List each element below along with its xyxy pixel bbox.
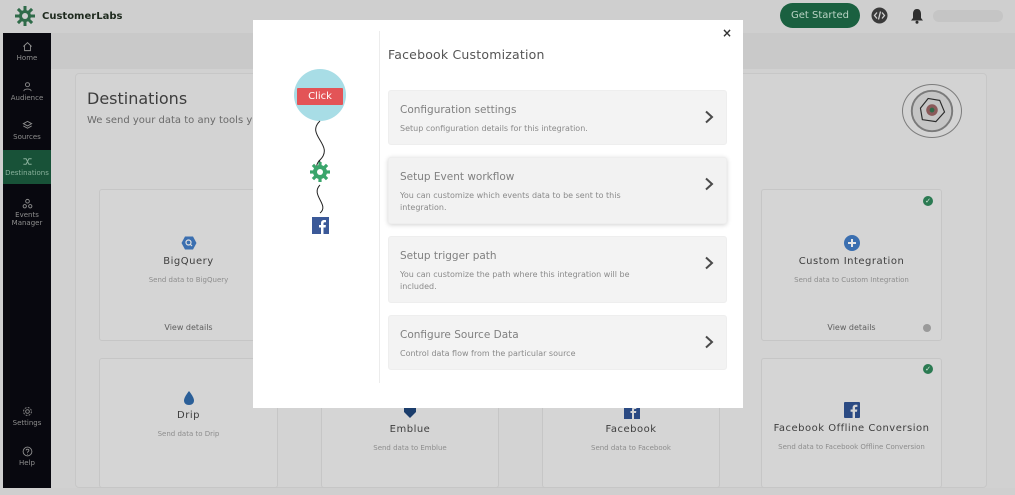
user-menu[interactable]	[933, 10, 1003, 22]
destinations-icon	[22, 158, 32, 165]
configure-source-data-option[interactable]: Configure Source Data Control data flow …	[388, 315, 727, 370]
option-description: You can customize which events data to b…	[400, 191, 621, 212]
card-title: BigQuery	[163, 256, 214, 267]
card-title: Facebook	[605, 424, 657, 435]
sidebar-item-home[interactable]: Home	[3, 37, 51, 69]
close-icon[interactable]: ×	[722, 27, 732, 39]
facebook-icon	[624, 407, 640, 419]
card-description: Send data to Facebook Offline Conversion	[778, 443, 925, 451]
option-title: Configuration settings	[400, 104, 517, 116]
option-title: Setup Event workflow	[400, 171, 515, 183]
sidebar-item-label: Help	[19, 459, 35, 467]
code-icon[interactable]	[871, 7, 888, 24]
sidebar-item-settings[interactable]: Settings	[3, 403, 51, 435]
sidebar-item-sources[interactable]: Sources	[3, 116, 51, 148]
option-description: You can customize the path where this in…	[400, 270, 630, 291]
page-subtitle: We send your data to any tools y	[87, 115, 253, 126]
modal-divider	[379, 31, 380, 383]
card-description: Send data to Emblue	[373, 444, 447, 452]
settings-gear-icon[interactable]	[923, 324, 931, 332]
sidebar-item-label: Events	[15, 211, 39, 219]
click-label: Click	[297, 88, 343, 105]
destination-card-bigquery[interactable]: BigQuery Send data to BigQuery View deta…	[99, 189, 278, 341]
page-title: Destinations	[87, 89, 188, 108]
chevron-right-icon	[705, 256, 714, 270]
modal-title: Facebook Customization	[388, 47, 545, 62]
sidebar-item-audience[interactable]: Audience	[3, 77, 51, 109]
option-title: Configure Source Data	[400, 329, 519, 341]
customerlabs-logo-icon	[15, 6, 35, 26]
bigquery-icon	[181, 236, 197, 250]
sidebar-item-label: Home	[16, 54, 38, 62]
drip-icon	[184, 391, 194, 405]
facebook-icon	[312, 217, 329, 234]
card-description: Send data to BigQuery	[148, 276, 229, 284]
emblue-icon	[404, 407, 416, 418]
card-description: Send data to Facebook	[591, 444, 671, 452]
plus-icon	[844, 235, 860, 251]
bell-icon[interactable]	[910, 8, 924, 24]
sidebar-item-label: Audience	[10, 94, 44, 102]
connected-check-icon: ✓	[923, 364, 933, 374]
setup-trigger-path-option[interactable]: Setup trigger path You can customize the…	[388, 236, 727, 303]
sidebar-item-events-manager[interactable]: Events Manager	[3, 195, 51, 235]
sidebar-item-label: Sources	[13, 133, 41, 141]
sidebar-item-label: Destinations	[5, 169, 49, 177]
card-title: Emblue	[389, 424, 431, 435]
destination-card-facebook-offline-conversion[interactable]: ✓ Facebook Offline Conversion Send data …	[761, 358, 942, 488]
card-description: Send data to Drip	[157, 430, 220, 438]
chevron-right-icon	[705, 177, 714, 191]
card-title: Facebook Offline Conversion	[773, 423, 930, 434]
sidebar-item-destinations[interactable]: Destinations	[3, 150, 51, 184]
configuration-settings-option[interactable]: Configuration settings Setup configurati…	[388, 90, 727, 145]
facebook-icon	[844, 402, 860, 418]
chevron-right-icon	[705, 335, 714, 349]
option-description: Control data flow from the particular so…	[400, 349, 576, 358]
option-description: Setup configuration details for this int…	[400, 124, 588, 133]
sidebar-item-help[interactable]: Help	[3, 443, 51, 475]
sidebar-item-label: Manager	[11, 219, 43, 227]
home-icon	[22, 42, 32, 52]
destination-card-drip[interactable]: Drip Send data to Drip	[99, 358, 278, 488]
events-manager-icon	[22, 198, 32, 209]
brand-name: CustomerLabs	[42, 10, 123, 22]
sources-icon	[21, 120, 33, 129]
destinations-illustration-icon	[902, 84, 962, 138]
connected-check-icon: ✓	[923, 196, 933, 206]
setup-event-workflow-option[interactable]: Setup Event workflow You can customize w…	[388, 157, 727, 224]
audience-icon	[22, 82, 32, 92]
card-title: Custom Integration	[798, 256, 905, 267]
destination-card-custom-integration[interactable]: ✓ Custom Integration Send data to Custom…	[761, 189, 942, 341]
view-details-link[interactable]: View details	[100, 323, 277, 332]
card-title: Drip	[177, 410, 200, 421]
chevron-right-icon	[705, 110, 714, 124]
get-started-button[interactable]: Get Started	[780, 3, 860, 28]
brand[interactable]: CustomerLabs	[14, 5, 122, 27]
view-details-link[interactable]: View details	[762, 323, 941, 332]
sidebar: Home Audience Sources Destinations Event…	[3, 33, 51, 488]
help-icon	[22, 446, 32, 457]
sidebar-item-label: Settings	[12, 419, 42, 427]
settings-icon	[22, 407, 32, 416]
option-title: Setup trigger path	[400, 250, 497, 262]
card-description: Send data to Custom Integration	[794, 276, 909, 284]
